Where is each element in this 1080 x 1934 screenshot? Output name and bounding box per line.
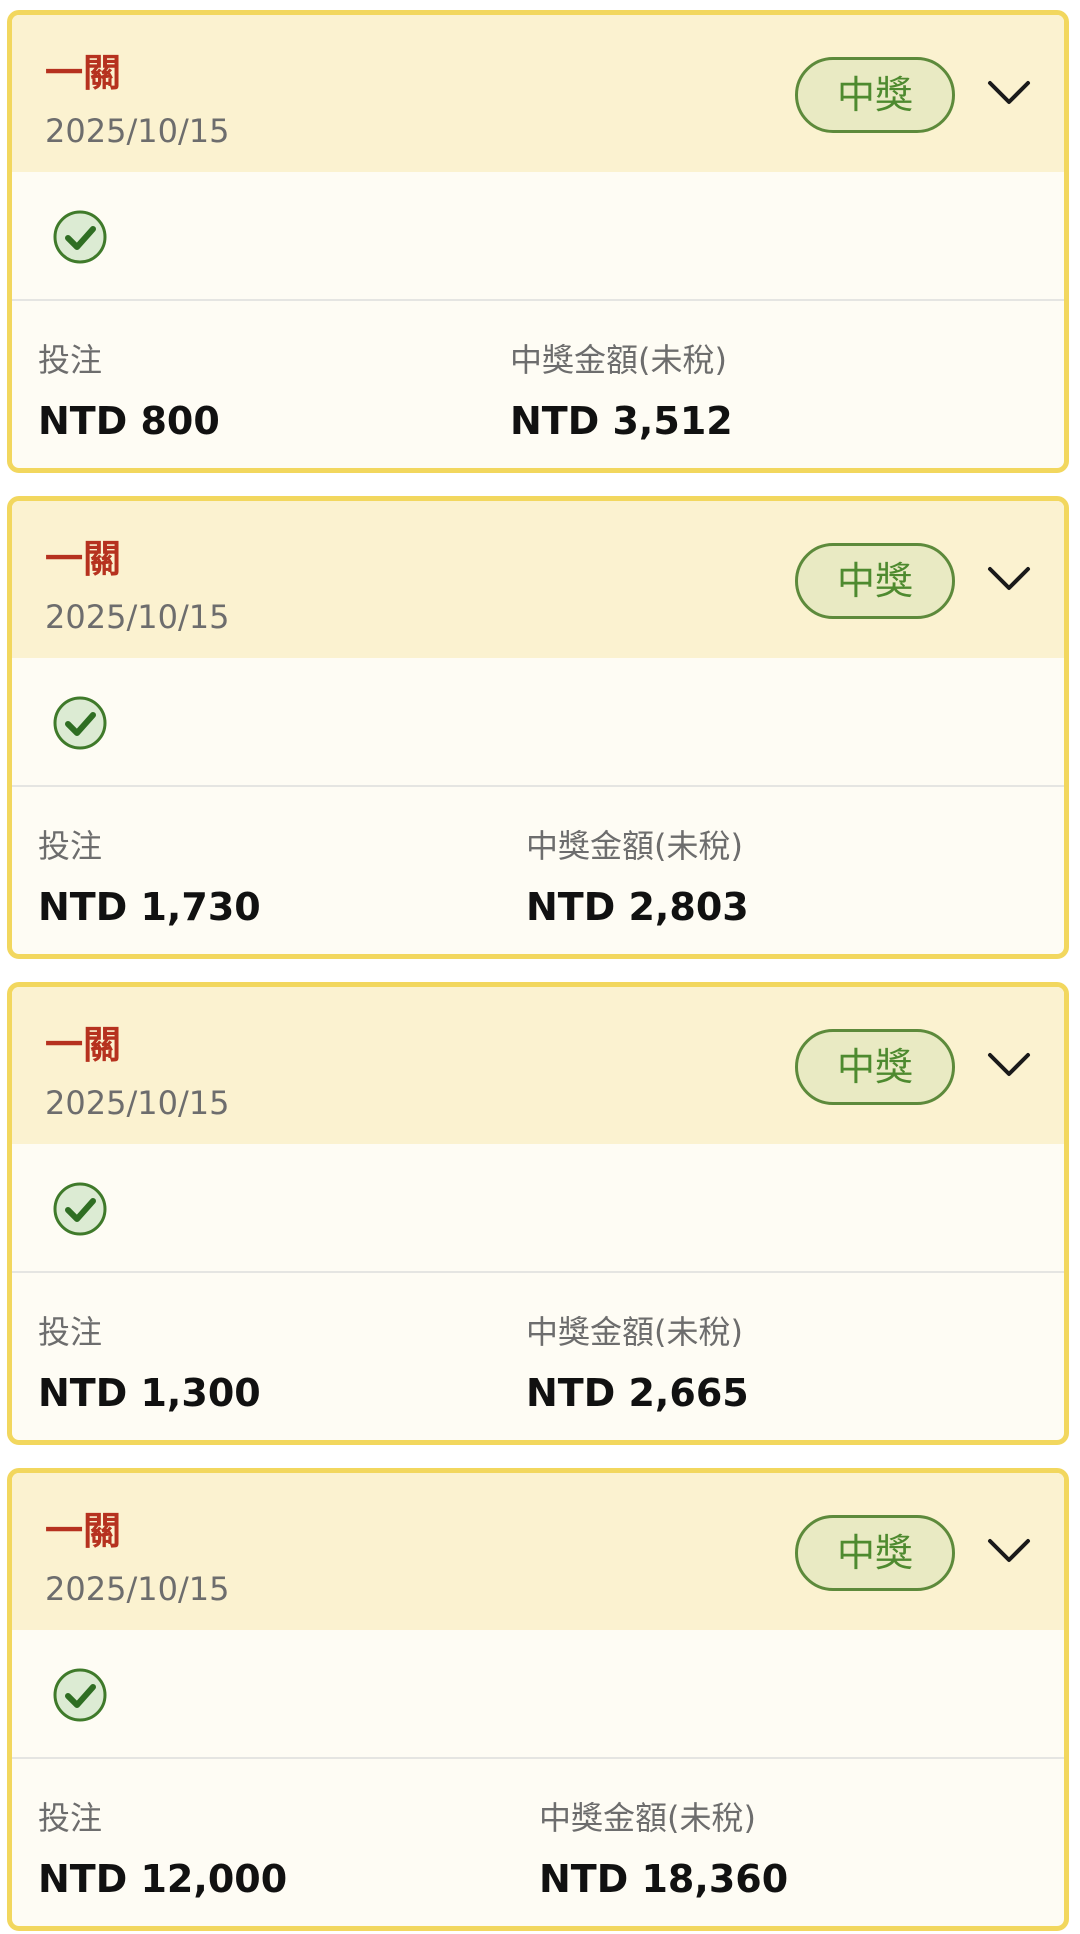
prize-label: 中獎金額(未稅) <box>510 341 727 379</box>
win-status-badge: 中獎 <box>795 543 955 619</box>
chevron-down-icon[interactable] <box>982 559 1036 599</box>
ticket-card-header[interactable]: 一關 2025/10/15 中獎 <box>12 987 1064 1144</box>
ticket-card-header[interactable]: 一關 2025/10/15 中獎 <box>12 1473 1064 1630</box>
ticket-date: 2025/10/15 <box>45 598 230 636</box>
bet-amount: NTD 1,300 <box>38 1371 261 1415</box>
bet-amount: NTD 12,000 <box>38 1857 288 1901</box>
bet-label: 投注 <box>38 1799 103 1837</box>
ticket-title: 一關 <box>45 51 122 95</box>
win-status-badge: 中獎 <box>795 1029 955 1105</box>
win-status-badge: 中獎 <box>795 1515 955 1591</box>
prize-amount: NTD 2,803 <box>526 885 749 929</box>
bet-amount: NTD 1,730 <box>38 885 261 929</box>
bet-label: 投注 <box>38 1313 103 1351</box>
chevron-down-icon[interactable] <box>982 1045 1036 1085</box>
ticket-date: 2025/10/15 <box>45 1084 230 1122</box>
prize-amount: NTD 3,512 <box>510 399 733 443</box>
chevron-down-icon[interactable] <box>982 73 1036 113</box>
ticket-card[interactable]: 一關 2025/10/15 中獎 投注 NTD 800 中獎金額(未稅) NTD… <box>7 10 1069 473</box>
ticket-title: 一關 <box>45 1509 122 1553</box>
prize-label: 中獎金額(未稅) <box>526 1313 743 1351</box>
ticket-card[interactable]: 一關 2025/10/15 中獎 投注 NTD 1,300 中獎金額(未稅) N… <box>7 982 1069 1445</box>
selection-status-row <box>12 172 1064 301</box>
ticket-card-header[interactable]: 一關 2025/10/15 中獎 <box>12 15 1064 172</box>
ticket-card[interactable]: 一關 2025/10/15 中獎 投注 NTD 12,000 中獎金額(未稅) … <box>7 1468 1069 1931</box>
check-circle-icon <box>53 1668 107 1722</box>
ticket-list: 一關 2025/10/15 中獎 投注 NTD 800 中獎金額(未稅) NTD… <box>0 0 1080 1934</box>
bet-label: 投注 <box>38 341 103 379</box>
selection-status-row <box>12 1630 1064 1759</box>
prize-label: 中獎金額(未稅) <box>526 827 743 865</box>
ticket-date: 2025/10/15 <box>45 112 230 150</box>
win-status-badge: 中獎 <box>795 57 955 133</box>
check-circle-icon <box>53 1182 107 1236</box>
bet-amount: NTD 800 <box>38 399 220 443</box>
prize-label: 中獎金額(未稅) <box>539 1799 756 1837</box>
ticket-card-header[interactable]: 一關 2025/10/15 中獎 <box>12 501 1064 658</box>
check-circle-icon <box>53 696 107 750</box>
chevron-down-icon[interactable] <box>982 1531 1036 1571</box>
prize-amount: NTD 18,360 <box>539 1857 789 1901</box>
ticket-card[interactable]: 一關 2025/10/15 中獎 投注 NTD 1,730 中獎金額(未稅) N… <box>7 496 1069 959</box>
check-circle-icon <box>53 210 107 264</box>
selection-status-row <box>12 658 1064 787</box>
prize-amount: NTD 2,665 <box>526 1371 749 1415</box>
bet-label: 投注 <box>38 827 103 865</box>
selection-status-row <box>12 1144 1064 1273</box>
ticket-date: 2025/10/15 <box>45 1570 230 1608</box>
ticket-title: 一關 <box>45 1023 122 1067</box>
ticket-title: 一關 <box>45 537 122 581</box>
